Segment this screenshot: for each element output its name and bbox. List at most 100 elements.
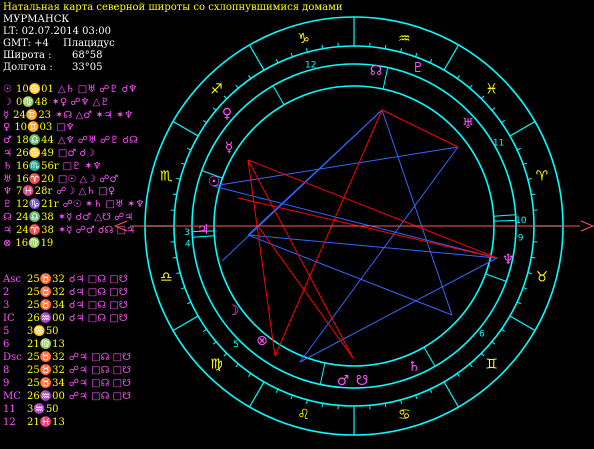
cusp-position: 25♉34	[27, 378, 65, 389]
degree-tick	[290, 52, 293, 58]
aspect-line	[212, 185, 498, 259]
degree-tick	[248, 74, 252, 79]
degree-tick	[469, 84, 473, 89]
planet-position: 7♓28r	[15, 186, 53, 198]
planet-glyph: ♄	[3, 160, 12, 172]
aspect-line	[381, 109, 453, 316]
house-cusp-line	[423, 346, 436, 367]
cusp-row: 3 25♉34 ☌♃ □☊ □☋	[3, 300, 132, 312]
cusp-row: 11 3♒50	[3, 404, 67, 416]
cusp-aspects: ☍♃ □☊ □☋	[68, 378, 132, 389]
house-cusp-line	[272, 85, 285, 106]
aspect-line	[247, 234, 498, 259]
cusp-position: 3♒50	[27, 404, 59, 415]
degree-tick	[384, 44, 387, 49]
cusp-label: Asc	[3, 274, 21, 285]
sign-divider	[172, 120, 199, 137]
planet-aspects: □♇ ✶♆	[62, 160, 102, 172]
zodiac-sign-glyph: ♌	[297, 407, 310, 423]
house-number: 9	[518, 234, 524, 244]
zodiac-sign-glyph: ♈	[536, 169, 549, 185]
cusp-row: 5 3♋50	[3, 326, 67, 338]
degree-tick	[321, 403, 324, 408]
degree-tick	[469, 363, 473, 368]
degree-tick	[212, 107, 217, 111]
planet-aspects: ✶☊ △♂ ✶♃ ✶♆	[55, 109, 134, 121]
cusp-position: 21♍13	[27, 339, 65, 350]
planet-row: ☉ 10♋01 △♄ □♅ ☍♇ ☌♆	[3, 84, 141, 96]
south-node-glyph: ☋	[356, 373, 368, 389]
zodiac-sign-glyph: ♑	[297, 31, 310, 47]
jupiter-glyph: ♃	[197, 222, 210, 238]
cusp-label: 6	[3, 339, 10, 350]
cusp-aspects: ☍♃ □☊ □☋	[68, 352, 132, 363]
planet-glyph: ♃	[3, 224, 12, 236]
degree-tick	[443, 381, 447, 386]
cusp-label: 12	[3, 417, 16, 428]
cusp-label: 8	[3, 365, 10, 376]
house-number: 5	[233, 340, 239, 350]
house-cusp-line	[382, 67, 389, 90]
planet-aspects: ☍☉ ✶♄ □♅ ✶♆	[62, 199, 145, 211]
house-cusp-line	[493, 214, 516, 217]
planet-position: 16♏56r	[15, 160, 59, 172]
house-cusp-line	[485, 273, 507, 282]
planet-aspects: ☍☽ △♄ □♀	[56, 186, 116, 198]
house-system: Плацидус	[63, 38, 115, 49]
planet-row: ♃ 26♋49 □♂ ☌☽	[3, 148, 99, 160]
degree-tick	[321, 44, 324, 49]
planet-aspects: □☉ △☽ ☍♂	[57, 173, 119, 185]
planet-position: 10♋01	[15, 84, 54, 95]
house-number: 10	[515, 216, 527, 226]
planet-position: 10♊03	[14, 122, 53, 134]
planet-aspects: □♂ ☌☽	[57, 148, 96, 159]
cusp-position: 26♒00	[27, 391, 65, 402]
degree-tick	[509, 315, 514, 319]
cusp-position: 25♉34	[27, 300, 65, 311]
degree-tick	[180, 287, 186, 290]
planet-aspects: □♆	[56, 122, 75, 134]
zodiac-sign-glyph: ♎	[160, 269, 173, 285]
degree-tick	[248, 373, 252, 378]
cusp-label: 5	[3, 326, 10, 337]
longitude-value: 33°05	[72, 62, 103, 73]
city-name: МУРМАНСК	[3, 14, 70, 25]
degree-tick	[491, 341, 496, 345]
degree-tick	[531, 256, 536, 259]
degree-tick	[501, 328, 506, 332]
cusp-position: 25♉32	[27, 352, 65, 363]
degree-tick	[516, 301, 521, 305]
gmt-offset: GMT: +4	[3, 38, 49, 49]
cusp-row: 8 25♉32 ☍♃ □☊ □☋	[3, 365, 135, 377]
degree-tick	[212, 341, 217, 345]
house-cusp-line	[493, 219, 516, 222]
planet-row: ♅ 16♈20 □☉ △☽ ☍♂	[3, 174, 122, 186]
zodiac-sign-glyph: ♍	[210, 357, 223, 373]
planet-aspects: △♆ ☍♅ ☍♇ ☌☊	[57, 135, 138, 147]
cusp-row: 12 21♓13	[3, 417, 73, 429]
degree-tick	[501, 120, 506, 124]
planet-row: ☽ 0♍48 ✶♀ ☍♆ △♇	[3, 97, 113, 109]
house-number: 3	[184, 228, 190, 238]
cusp-aspects: ☌♃ □☊ □☋	[68, 287, 128, 298]
venus-glyph: ♀	[222, 106, 232, 122]
zodiac-sign-glyph: ♓	[485, 81, 498, 97]
house-number: 11	[493, 139, 504, 149]
cusp-label: Dsc	[3, 352, 22, 363]
cusp-row: Dsc 25♉32 ☍♃ □☊ □☋	[3, 352, 135, 364]
cusp-label: 3	[3, 300, 10, 311]
zodiac-sign-glyph: ♒	[398, 31, 411, 47]
degree-tick	[194, 133, 199, 137]
aspect-line	[381, 109, 459, 148]
planet-glyph: ♃	[3, 148, 12, 159]
north-node-glyph: ☊	[370, 63, 382, 79]
planet-row: ♄ 16♏56r □♇ ✶♆	[3, 161, 106, 173]
planet-position: 24♎38	[15, 212, 54, 223]
degree-tick	[187, 301, 192, 305]
planet-row: ♇ 12♑21r ☍☉ ✶♄ □♅ ✶♆	[3, 199, 148, 211]
degree-tick	[275, 388, 279, 393]
latitude-value: 68°58	[72, 50, 103, 61]
pluto-glyph: ♇	[412, 60, 425, 76]
aspect-line	[247, 234, 453, 316]
house-number: 12	[305, 61, 316, 71]
